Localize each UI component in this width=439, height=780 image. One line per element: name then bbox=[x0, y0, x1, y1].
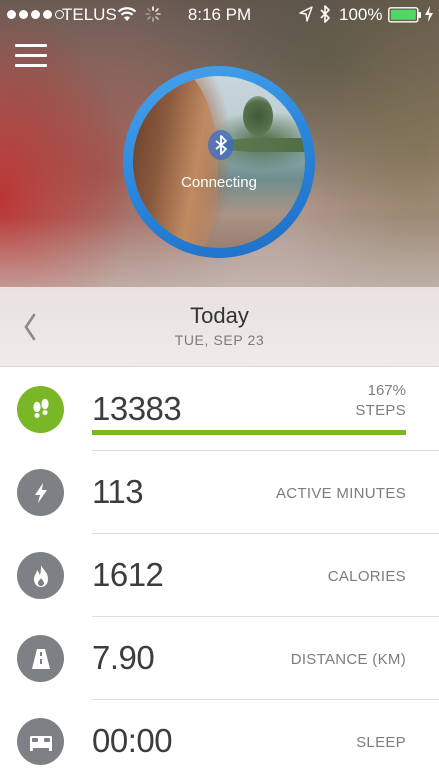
menu-button[interactable] bbox=[15, 44, 47, 70]
steps-progress-bar bbox=[92, 430, 406, 435]
calories-row[interactable]: 1612 CALORIES bbox=[0, 534, 439, 617]
steps-label: STEPS bbox=[355, 402, 406, 419]
device-sync-ring[interactable]: Connecting bbox=[123, 66, 315, 258]
distance-label: DISTANCE (KM) bbox=[290, 651, 406, 668]
bluetooth-status-icon bbox=[320, 5, 330, 23]
active-minutes-row[interactable]: 113 ACTIVE MINUTES bbox=[0, 451, 439, 534]
footprints-icon bbox=[17, 386, 64, 433]
calories-label: CALORIES bbox=[327, 568, 406, 585]
steps-progress-fill bbox=[92, 430, 406, 435]
distance-row[interactable]: 7.90 DISTANCE (KM) bbox=[0, 617, 439, 700]
bluetooth-icon bbox=[208, 130, 234, 160]
hero-banner: TELUS 8:16 PM 100% Connecting bbox=[0, 0, 439, 287]
calories-value: 1612 bbox=[92, 556, 164, 593]
flame-icon bbox=[17, 552, 64, 599]
steps-goal-percent: 167% bbox=[367, 382, 406, 399]
lightning-icon bbox=[17, 469, 64, 516]
date-navigator: Today TUE, SEP 23 bbox=[0, 287, 439, 367]
sleep-row[interactable]: 00:00 SLEEP bbox=[0, 700, 439, 780]
distance-value: 7.90 bbox=[92, 639, 155, 676]
profile-photo bbox=[133, 76, 305, 248]
steps-row[interactable]: 13383 167% STEPS bbox=[0, 368, 439, 451]
date-subtitle: TUE, SEP 23 bbox=[174, 332, 265, 348]
road-icon bbox=[17, 635, 64, 682]
bed-icon bbox=[17, 718, 64, 765]
active-minutes-label: ACTIVE MINUTES bbox=[275, 485, 406, 502]
active-minutes-value: 113 bbox=[92, 473, 144, 510]
date-title: Today bbox=[190, 303, 249, 328]
charging-bolt-icon bbox=[425, 6, 433, 22]
battery-icon bbox=[388, 7, 421, 23]
status-bar: TELUS 8:16 PM 100% bbox=[0, 0, 439, 30]
steps-value: 13383 bbox=[92, 390, 182, 427]
location-arrow-icon bbox=[299, 6, 313, 22]
sync-status-text: Connecting bbox=[181, 174, 257, 191]
battery-percent: 100% bbox=[339, 5, 383, 24]
sleep-value: 00:00 bbox=[92, 722, 173, 759]
sleep-label: SLEEP bbox=[356, 734, 406, 751]
